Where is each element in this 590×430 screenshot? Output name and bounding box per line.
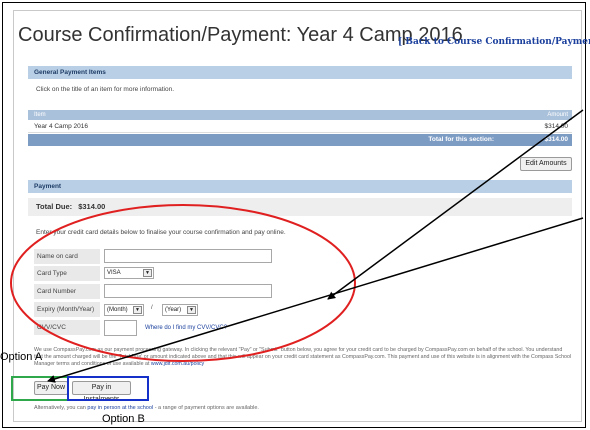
- item-amount: $314.00: [544, 123, 569, 130]
- chevron-down-icon: ▼: [187, 306, 196, 314]
- card-number-input[interactable]: [104, 284, 272, 298]
- alternative-payment-note: Alternatively, you can pay in person at …: [34, 405, 259, 411]
- card-type-select[interactable]: VISA ▼: [104, 267, 154, 279]
- items-table-header: Item Amount: [28, 110, 572, 120]
- payment-instructions: Enter your credit card details below to …: [36, 229, 286, 236]
- section-total-row: Total for this section: $314.00: [28, 134, 572, 146]
- edit-amounts-button[interactable]: Edit Amounts: [520, 157, 572, 171]
- option-b-label: Option B: [102, 413, 145, 425]
- option-a-label: Option A: [0, 351, 43, 363]
- cvv-input[interactable]: [104, 320, 137, 336]
- alternative-prefix: Alternatively, you can: [34, 405, 86, 411]
- alternative-suffix: - a range of payment options are availab…: [154, 405, 259, 411]
- chevron-down-icon: ▼: [143, 269, 152, 277]
- total-due-value: $314.00: [78, 202, 106, 211]
- total-due-label: Total Due:: [36, 202, 73, 211]
- disclaimer-text: We use CompassPay.com as our payment pro…: [34, 347, 572, 367]
- cvv-help-link[interactable]: Where do I find my CVV/CVC?: [145, 325, 227, 331]
- pay-in-person-link[interactable]: pay in person at the school: [87, 405, 153, 411]
- pay-now-button[interactable]: Pay Now: [34, 381, 68, 395]
- name-on-card-label: Name on card: [34, 249, 100, 264]
- name-on-card-input[interactable]: [104, 249, 272, 263]
- expiry-month-select[interactable]: (Month) ▼: [104, 304, 144, 316]
- expiry-label: Expiry (Month/Year): [34, 302, 100, 317]
- total-due: Total Due: $314.00: [28, 198, 572, 216]
- expiry-year-select[interactable]: (Year) ▼: [162, 304, 198, 316]
- card-number-label: Card Number: [34, 284, 100, 299]
- chevron-down-icon: ▼: [133, 306, 142, 314]
- general-items-hint: Click on the title of an item for more i…: [36, 86, 175, 93]
- card-type-label: Card Type: [34, 266, 100, 281]
- column-amount: Amount: [547, 112, 568, 118]
- back-to-confirmations-link[interactable]: [ Back to Course Confirmation/Payments ]: [398, 37, 590, 47]
- item-title-link[interactable]: Year 4 Camp 2016: [34, 121, 88, 132]
- pay-in-instalments-button[interactable]: Pay in Instalments: [72, 381, 131, 403]
- card-type-value: VISA: [107, 270, 121, 276]
- expiry-month-value: (Month): [107, 307, 128, 313]
- expiry-year-value: (Year): [165, 307, 182, 313]
- payment-disclaimer: We use CompassPay.com as our payment pro…: [34, 347, 572, 368]
- table-row: Year 4 Camp 2016 $314.00: [28, 121, 572, 133]
- policy-link[interactable]: www.jdlf.com.au/policy: [151, 361, 204, 367]
- column-item: Item: [34, 112, 46, 118]
- payment-header: Payment: [28, 180, 572, 193]
- page-title: Course Confirmation/Payment: Year 4 Camp…: [18, 24, 463, 46]
- expiry-separator: /: [151, 305, 153, 311]
- section-total-label: Total for this section:: [428, 136, 494, 143]
- general-items-header: General Payment Items: [28, 66, 572, 79]
- section-total-value: $314.00: [544, 136, 569, 143]
- cvv-label: CVV/CVC: [34, 320, 100, 335]
